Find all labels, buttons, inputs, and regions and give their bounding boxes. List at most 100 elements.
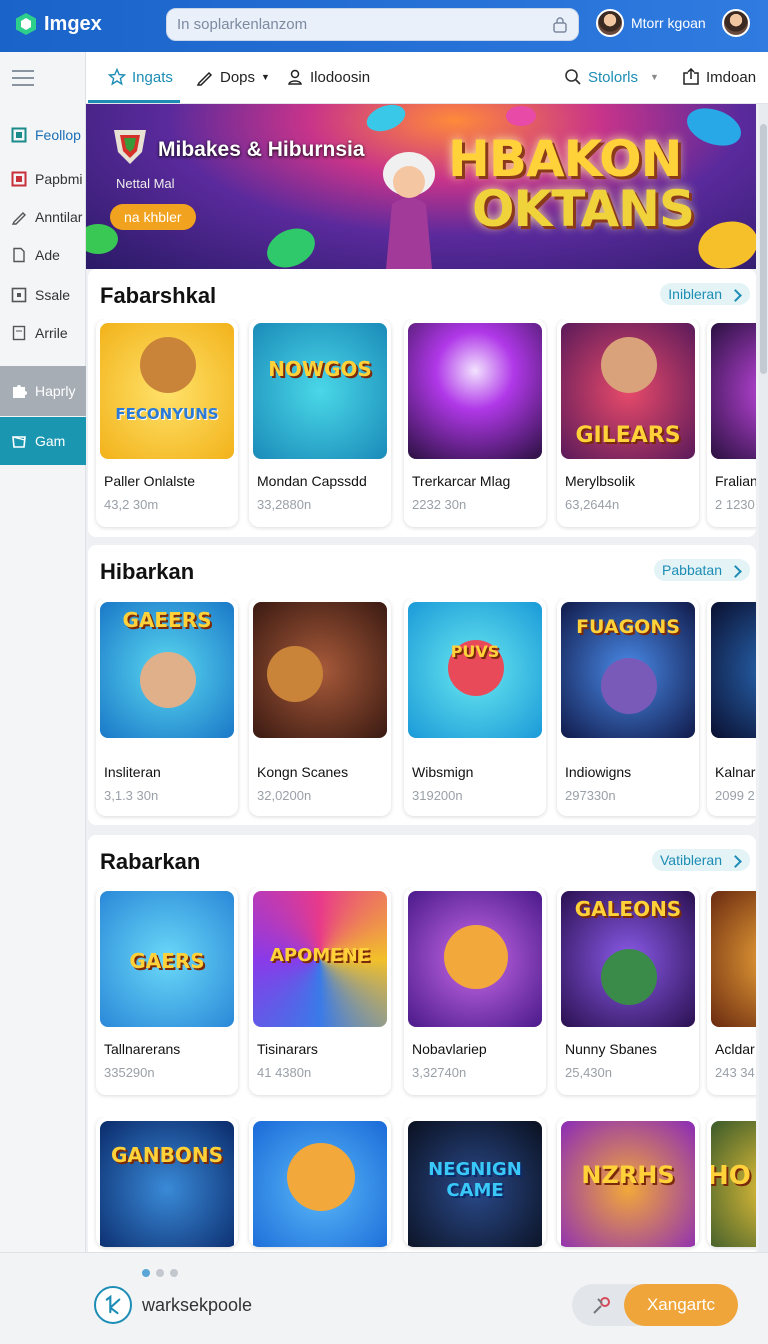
- doc-icon: [13, 247, 25, 263]
- game-count: 243 34: [715, 1065, 755, 1080]
- section-see-all-link[interactable]: Pabbatan: [654, 559, 750, 581]
- game-card[interactable]: GAERS Tallnarerans 335290n: [96, 887, 238, 1095]
- game-card[interactable]: GALEONS Nunny Sbanes 25,430n: [557, 887, 699, 1095]
- game-card[interactable]: GAEERS Insliteran 3,1.3 30n: [96, 598, 238, 816]
- game-card[interactable]: GANBONS: [96, 1117, 238, 1247]
- lock-icon: [288, 69, 302, 85]
- character-illustration: [383, 152, 435, 269]
- scrollbar-thumb[interactable]: [760, 124, 767, 374]
- game-art-text: NEGNIGN CAME: [428, 1159, 522, 1201]
- carousel-dot[interactable]: [156, 1269, 164, 1277]
- sidebar-item-gam[interactable]: Gam: [0, 417, 86, 465]
- profile-avatar[interactable]: [722, 9, 750, 37]
- game-thumbnail: GAEERS: [100, 602, 234, 738]
- game-name: Mondan Capssdd: [257, 473, 367, 489]
- banner-button[interactable]: na khbler: [110, 204, 196, 230]
- banner-headline-2: OKTANS: [472, 180, 695, 238]
- menu-icon[interactable]: [12, 70, 34, 86]
- game-card[interactable]: APOMENE Tisinarars 41 4380n: [249, 887, 391, 1095]
- sidebar-item-ssale[interactable]: Ssale: [0, 274, 86, 316]
- game-name: Insliteran: [104, 764, 161, 780]
- poker-chip-decoration: [506, 106, 536, 126]
- card-row: GAERS Tallnarerans 335290n APOMENE Tisin…: [88, 887, 756, 1101]
- game-card[interactable]: PUVS Wibsmign 319200n: [404, 598, 546, 816]
- hero-banner[interactable]: Mibakes & Hiburnsia Nettal Mal na khbler…: [86, 104, 756, 269]
- puzzle-icon: [13, 385, 27, 398]
- game-card[interactable]: Trerkarcar Mlag 2232 30n: [404, 319, 546, 527]
- tab-dops[interactable]: Dops ▼: [196, 68, 270, 86]
- section-fabarshkal: Fabarshkal Inibleran FECONYUNS Paller On…: [88, 269, 756, 537]
- game-name: Fralian: [715, 473, 756, 489]
- game-art-text: GAEERS: [122, 608, 212, 632]
- tab-ingats[interactable]: Ingats: [108, 68, 173, 86]
- game-card[interactable]: [249, 1117, 391, 1247]
- lock-icon[interactable]: [552, 16, 568, 33]
- game-thumbnail: [253, 602, 387, 738]
- game-card[interactable]: NOWGOS Mondan Capssdd 33,2880n: [249, 319, 391, 527]
- carousel-dots[interactable]: [142, 1269, 178, 1277]
- user-menu[interactable]: Mtorr kgoan: [596, 9, 706, 37]
- tools-icon[interactable]: [590, 1293, 614, 1317]
- game-thumbnail: GILEARS: [561, 323, 695, 459]
- game-card[interactable]: NEGNIGN CAME: [404, 1117, 546, 1247]
- scrollbar[interactable]: [759, 104, 768, 1254]
- section-title: Rabarkan: [100, 849, 201, 874]
- game-card[interactable]: Nobavlariep 3,32740n: [404, 887, 546, 1095]
- carousel-dot[interactable]: [170, 1269, 178, 1277]
- man-character: [140, 652, 196, 708]
- carousel-dot[interactable]: [142, 1269, 150, 1277]
- sidebar-item-anntilar[interactable]: Anntilar: [0, 196, 86, 238]
- game-card[interactable]: FUAGONS Indiowigns 297330n: [557, 598, 699, 816]
- card-row: GANBONS NEGNIGN CAME NZRHS HO: [88, 1117, 756, 1255]
- bottom-bar: warksekpoole Xangartc: [0, 1252, 768, 1344]
- game-card[interactable]: GILEARS Merylbsolik 63,2644n: [557, 319, 699, 527]
- hero-character: [601, 337, 657, 393]
- game-card[interactable]: Kongn Scanes 32,0200n: [249, 598, 391, 816]
- sidebar-item-label: Feollop: [35, 127, 81, 143]
- game-card[interactable]: Kalnar 2099 2: [707, 598, 756, 816]
- banner-title: Mibakes & Hiburnsia: [158, 138, 365, 161]
- back-arrow-icon[interactable]: [94, 1286, 132, 1324]
- primary-action-button[interactable]: Xangartc: [624, 1284, 738, 1326]
- search-input[interactable]: In soplarkenlanzom: [166, 8, 579, 41]
- game-thumbnail: NZRHS: [561, 1121, 695, 1247]
- game-thumbnail: [711, 891, 756, 1027]
- game-art-text: PUVS: [450, 642, 500, 661]
- tab-label: Imdoan: [706, 68, 757, 86]
- game-card[interactable]: Fralian 2 1230: [707, 319, 756, 527]
- game-count: 2 1230: [715, 497, 755, 512]
- game-card[interactable]: Acldar 243 34: [707, 887, 756, 1095]
- poker-chip-decoration: [693, 215, 756, 269]
- chevron-down-icon: ▼: [650, 72, 659, 82]
- tab-ilodoosin[interactable]: Ilodoosin: [286, 68, 370, 86]
- sidebar-item-papbmi[interactable]: Papbmi: [0, 158, 86, 200]
- section-see-all-link[interactable]: Vatibleran: [651, 849, 750, 871]
- game-thumbnail: GAERS: [100, 891, 234, 1027]
- game-thumbnail: APOMENE: [253, 891, 387, 1027]
- sidebar-item-label: Ade: [35, 247, 60, 263]
- section-rabarkan: Rabarkan Vatibleran GAERS Tallnarerans 3…: [88, 835, 756, 1255]
- game-card[interactable]: HO: [707, 1117, 756, 1247]
- pen-icon: [196, 71, 213, 86]
- game-thumbnail: GANBONS: [100, 1121, 234, 1247]
- tab-imdoan[interactable]: Imdoan: [682, 68, 756, 86]
- game-thumbnail: FECONYUNS: [100, 323, 234, 459]
- game-card[interactable]: FECONYUNS Paller Onlalste 43,2 30m: [96, 319, 238, 527]
- app-logo[interactable]: Imgex: [14, 12, 102, 36]
- tab-label: Stolorls: [588, 68, 639, 86]
- top-bar: Imgex In soplarkenlanzom Mtorr kgoan: [0, 0, 768, 52]
- sidebar-item-feollop[interactable]: Feollop: [0, 114, 86, 156]
- game-card[interactable]: NZRHS: [557, 1117, 699, 1247]
- section-see-all-link[interactable]: Inibleran: [660, 283, 750, 305]
- game-art-text: GAERS: [129, 949, 205, 973]
- game-count: 43,2 30m: [104, 497, 159, 512]
- sidebar-item-haprly[interactable]: Haprly: [0, 366, 86, 416]
- game-count: 319200n: [412, 788, 463, 803]
- sidebar-item-ade[interactable]: Ade: [0, 234, 86, 276]
- game-count: 3,32740n: [412, 1065, 467, 1080]
- sidebar-item-label: Anntilar: [35, 209, 83, 225]
- tab-stolorls[interactable]: Stolorls ▼: [564, 68, 659, 86]
- sidebar-item-arrile[interactable]: Arrile: [0, 312, 86, 354]
- game-art-text: GALEONS: [574, 897, 682, 921]
- game-name: Kongn Scanes: [257, 764, 349, 780]
